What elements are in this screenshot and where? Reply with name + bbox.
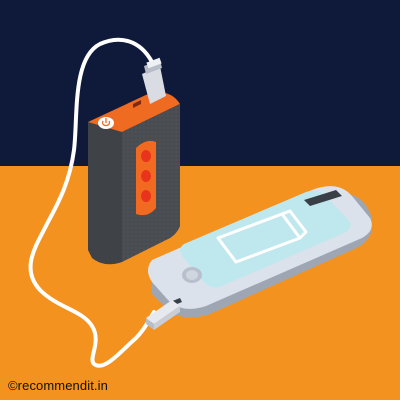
- indicator-light-3: [141, 190, 151, 202]
- scene-svg: [0, 0, 400, 400]
- dark-wall: [0, 0, 400, 166]
- indicator-light-1: [141, 150, 151, 162]
- illustration: ©recommendit.in: [0, 0, 400, 400]
- copyright-credit: ©recommendit.in: [8, 378, 108, 393]
- indicator-light-2: [141, 170, 151, 182]
- power-bank: [88, 92, 180, 265]
